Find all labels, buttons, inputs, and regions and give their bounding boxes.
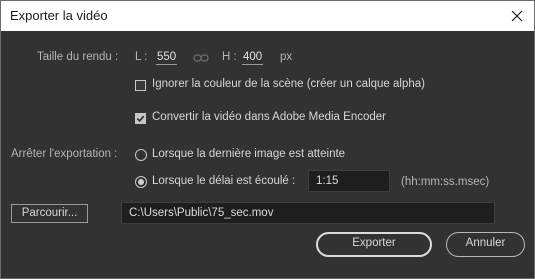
export-video-dialog: Exporter la vidéo Taille du rendu : L : … [0, 0, 535, 279]
export-button[interactable]: Exporter [316, 232, 432, 257]
delay-radio[interactable] [135, 176, 147, 188]
ignore-color-label: Ignorer la couleur de la scène (créer un… [152, 78, 425, 90]
width-label: L : [135, 51, 148, 63]
link-icon[interactable] [193, 51, 209, 69]
delay-label: Lorsque le délai est écoulé : [152, 175, 296, 187]
title-bar: Exporter la vidéo [1, 1, 534, 31]
px-unit-label: px [280, 51, 293, 63]
checkmark-icon [136, 115, 145, 122]
dialog-title: Exporter la vidéo [10, 8, 108, 23]
render-size-label: Taille du rendu : [37, 51, 119, 63]
convert-label: Convertir la vidéo dans Adobe Media Enco… [152, 111, 386, 123]
convert-checkbox[interactable] [135, 113, 146, 124]
last-frame-label: Lorsque la dernière image est atteinte [152, 148, 346, 160]
cancel-button[interactable]: Annuler [446, 232, 525, 257]
ignore-color-checkbox[interactable] [135, 80, 146, 91]
close-icon[interactable] [506, 5, 528, 27]
delay-input[interactable]: 1:15 [308, 170, 390, 192]
output-path-field[interactable]: C:\Users\Public\75_sec.mov [121, 202, 495, 224]
time-format-label: (hh:mm:ss.msec) [401, 176, 490, 188]
width-value[interactable]: 550 [156, 51, 178, 65]
last-frame-radio[interactable] [135, 149, 147, 161]
stop-export-label: Arrêter l'exportation : [11, 148, 118, 160]
height-label: H : [222, 51, 237, 63]
height-value[interactable]: 400 [242, 51, 264, 65]
browse-button[interactable]: Parcourir... [11, 204, 88, 223]
